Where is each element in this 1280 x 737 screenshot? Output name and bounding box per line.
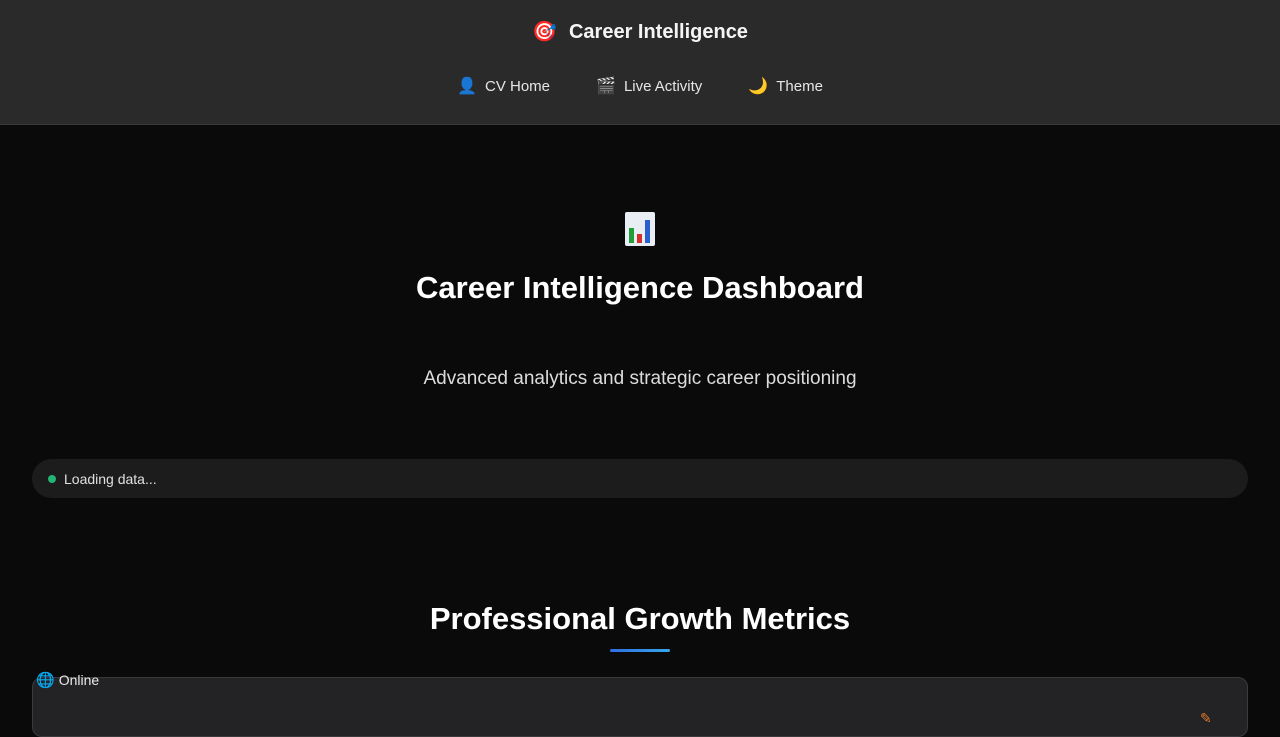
app-header: 🎯 Career Intelligence 👤 CV Home 🎬 Live A… [0, 0, 1280, 125]
brand-title: Career Intelligence [568, 20, 748, 43]
globe-icon: 🌐 [36, 672, 55, 689]
nav-item-cv-home[interactable]: 👤 CV Home [457, 75, 550, 97]
connection-status: 🌐 Online [36, 671, 99, 689]
page-title: Career Intelligence Dashboard [416, 270, 864, 305]
pencil-icon[interactable]: ✎ [1200, 710, 1212, 727]
section-underline [610, 649, 670, 652]
moon-icon: 🌙 [748, 78, 769, 95]
bar-chart-icon [625, 212, 655, 246]
status-bar: Loading data... [32, 459, 1248, 498]
nav-item-theme[interactable]: 🌙 Theme [748, 75, 823, 97]
nav-item-live-activity[interactable]: 🎬 Live Activity [596, 75, 702, 97]
brand[interactable]: 🎯 Career Intelligence [0, 19, 1280, 45]
nav-item-label: Theme [776, 77, 823, 95]
target-icon: 🎯 [532, 21, 557, 43]
metrics-card [32, 677, 1248, 737]
page-subtitle: Advanced analytics and strategic career … [423, 368, 857, 389]
connection-label: Online [58, 672, 100, 688]
clapperboard-icon: 🎬 [596, 78, 616, 95]
main-nav: 👤 CV Home 🎬 Live Activity 🌙 Theme [0, 75, 1280, 97]
nav-item-label: CV Home [484, 77, 551, 95]
nav-item-label: Live Activity [623, 77, 703, 95]
section-title: Professional Growth Metrics [429, 601, 851, 636]
status-dot [48, 474, 56, 483]
status-text: Loading data... [64, 470, 157, 487]
user-icon: 👤 [457, 78, 477, 95]
